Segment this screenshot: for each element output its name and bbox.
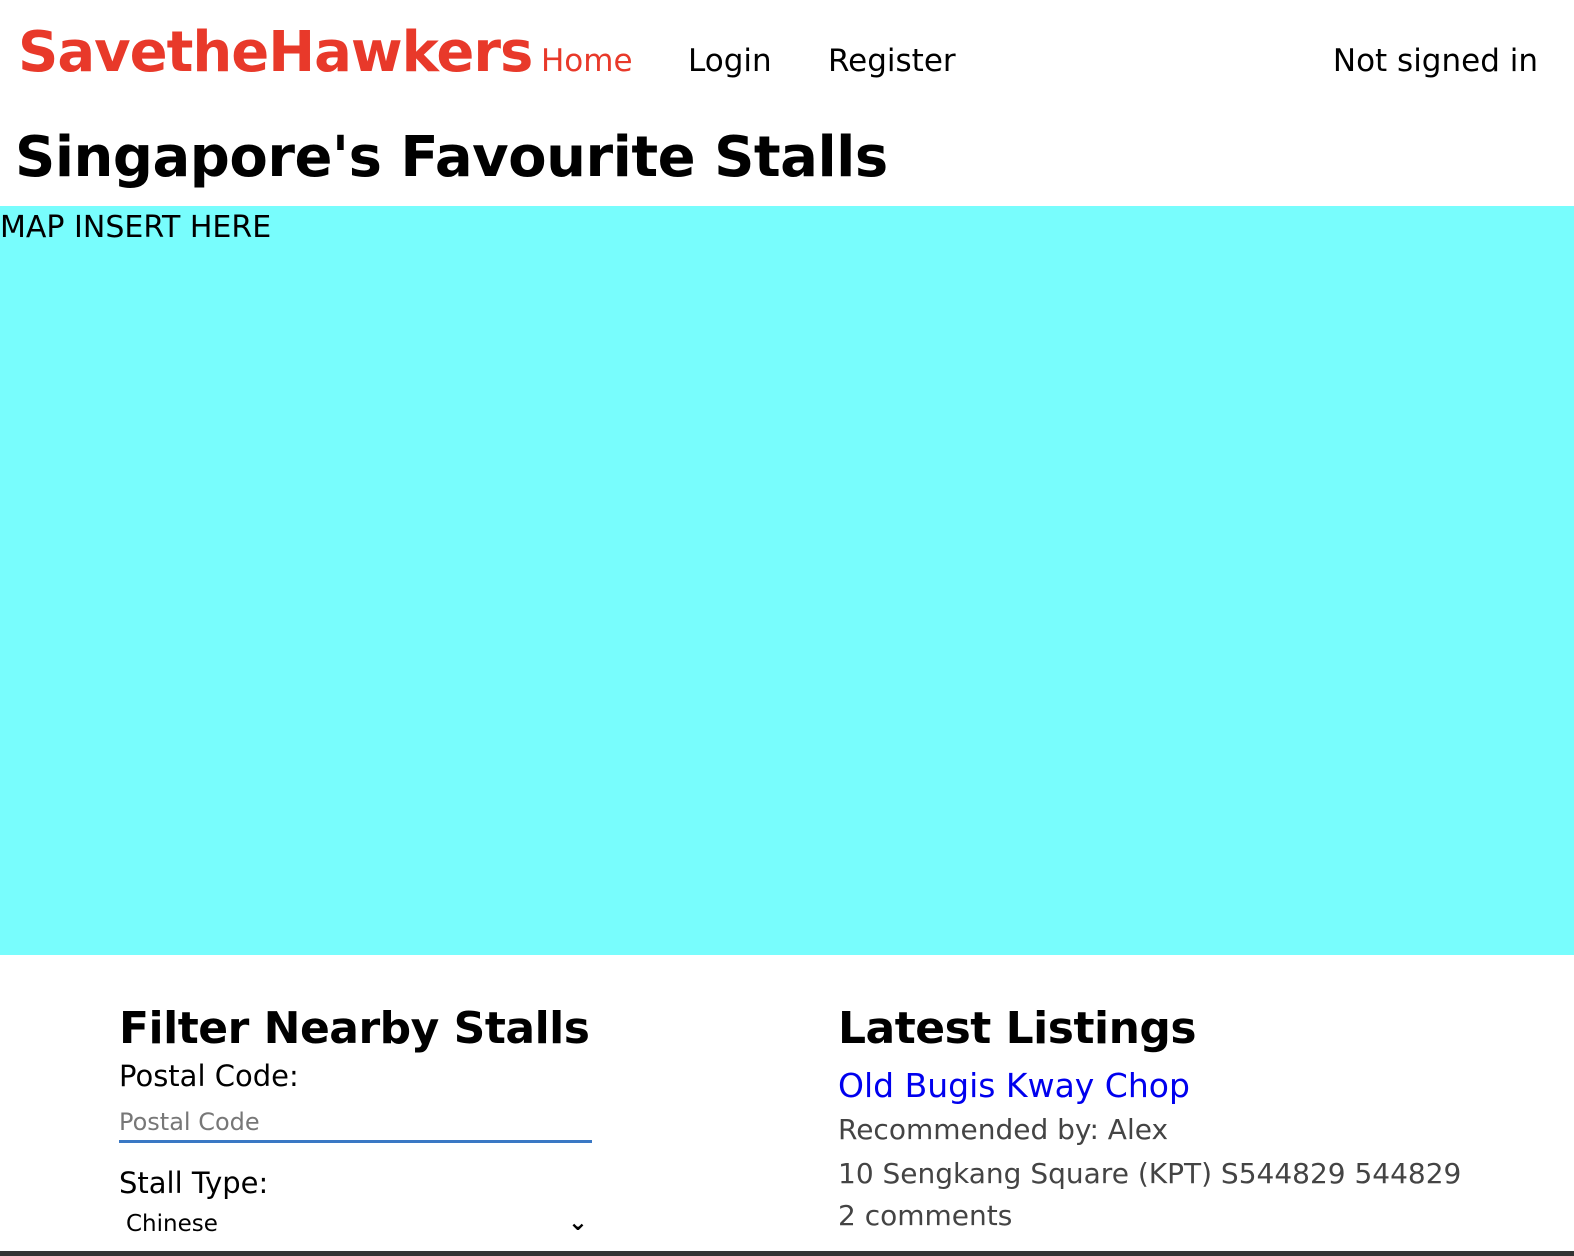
brand-logo[interactable]: SavetheHawkers [18, 18, 533, 88]
nav-register-link[interactable]: Register [828, 40, 956, 82]
bottom-edge-bar [0, 1251, 1574, 1256]
filter-heading: Filter Nearby Stalls [119, 1003, 590, 1054]
listings-heading: Latest Listings [838, 1003, 1197, 1054]
postal-code-label: Postal Code: [119, 1059, 299, 1093]
chevron-down-icon: ⌄ [567, 1208, 588, 1236]
postal-code-input[interactable] [119, 1104, 592, 1143]
listing-title-link[interactable]: Old Bugis Kway Chop [838, 1064, 1538, 1108]
listing-comments-count: 2 comments [838, 1199, 1013, 1232]
listing-item: Old Bugis Kway Chop Recommended by: Alex… [838, 1064, 1538, 1236]
navbar: SavetheHawkers Home Login Register Not s… [0, 0, 1574, 120]
latest-listings-section: Latest Listings Old Bugis Kway Chop Reco… [838, 1000, 1538, 1236]
map-label: MAP INSERT HERE [0, 210, 272, 245]
stall-type-selected-value: Chinese [126, 1211, 218, 1237]
nav-home-link[interactable]: Home [541, 40, 633, 82]
filter-section: Filter Nearby Stalls Postal Code: Stall … [119, 1000, 599, 1241]
stall-type-label: Stall Type: [119, 1166, 269, 1200]
auth-status: Not signed in [1332, 43, 1538, 79]
nav-login-link[interactable]: Login [688, 40, 772, 82]
listing-address: 10 Sengkang Square (KPT) S544829 544829 [838, 1157, 1462, 1190]
page-title: Singapore's Favourite Stalls [15, 125, 888, 190]
map-placeholder: MAP INSERT HERE [0, 206, 1574, 955]
stall-type-select[interactable]: Chinese ⌄ [119, 1207, 592, 1241]
listing-recommended-by: Recommended by: Alex [838, 1113, 1169, 1146]
